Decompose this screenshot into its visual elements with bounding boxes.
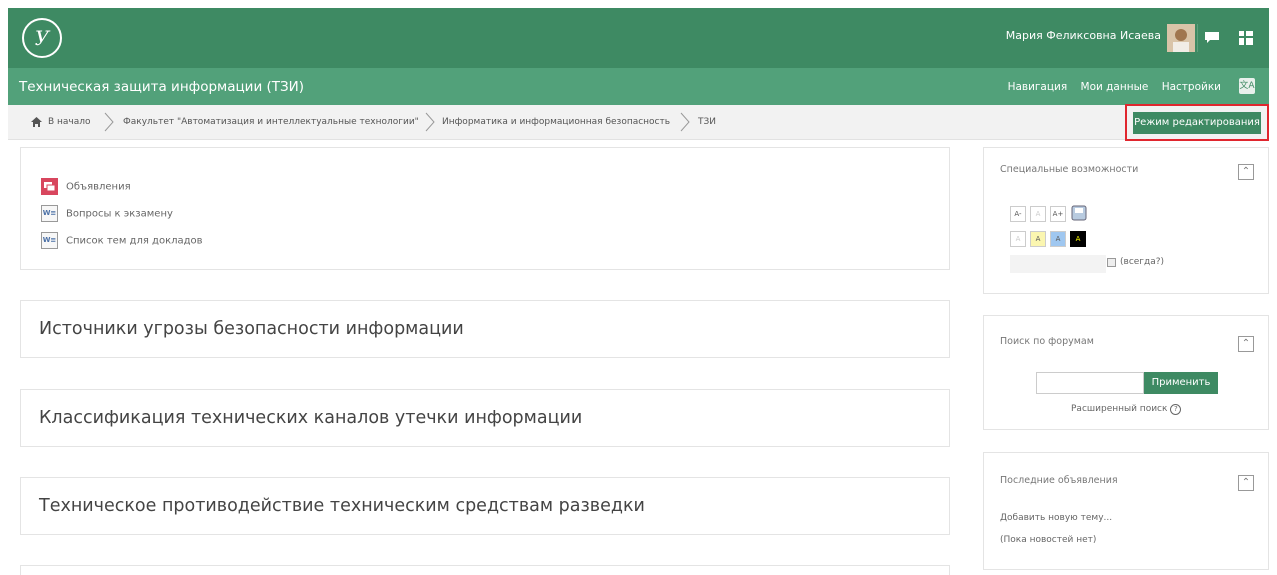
forum-search-input[interactable]: [1036, 372, 1144, 394]
color-scheme-black[interactable]: A: [1070, 231, 1086, 247]
collapse-icon[interactable]: ⌃: [1238, 164, 1254, 180]
block-title: Поиск по форумам: [1000, 336, 1094, 347]
forum-search-button[interactable]: Применить: [1144, 372, 1218, 394]
font-decrease-button[interactable]: A-: [1010, 206, 1026, 222]
course-title[interactable]: Техническая защита информации (ТЗИ): [19, 79, 304, 95]
course-bar: Техническая защита информации (ТЗИ) Нави…: [8, 68, 1269, 105]
language-icon[interactable]: 文A: [1239, 78, 1255, 94]
section-title[interactable]: Источники угрозы безопасности информации: [39, 301, 464, 357]
advanced-search-link[interactable]: Расширенный поиск ?: [1071, 404, 1182, 415]
block-title: Последние объявления: [1000, 475, 1118, 486]
section-title[interactable]: Техническое противодействие техническим …: [39, 478, 645, 534]
section-title[interactable]: Классификация технических каналов утечки…: [39, 390, 582, 446]
course-nav: Навигация Мои данные Настройки: [998, 81, 1221, 93]
grid-icon[interactable]: [1232, 24, 1260, 52]
spacer: [1010, 255, 1106, 273]
no-news-text: (Пока новостей нет): [1000, 535, 1097, 545]
activity-exam-questions[interactable]: W≡ Вопросы к экзамену: [41, 205, 173, 225]
forum-search-block: Поиск по форумам ⌃ Применить Расширенный…: [983, 315, 1269, 430]
save-settings-icon[interactable]: [1070, 204, 1088, 222]
forum-icon: [41, 178, 58, 195]
latest-news-block: Последние объявления ⌃ Добавить новую те…: [983, 452, 1269, 570]
breadcrumb-separator-icon: [680, 112, 690, 132]
home-icon[interactable]: [30, 116, 43, 131]
collapse-icon[interactable]: ⌃: [1238, 336, 1254, 352]
course-section[interactable]: Классификация технических каналов утечки…: [20, 389, 950, 447]
breadcrumb-separator-icon: [425, 112, 435, 132]
highlight-box: [1125, 104, 1269, 141]
activity-announcements[interactable]: Объявления: [41, 178, 131, 198]
word-doc-icon: W≡: [41, 205, 58, 222]
block-title: Специальные возможности: [1000, 164, 1139, 175]
course-section[interactable]: Источники угрозы безопасности информации: [20, 300, 950, 358]
breadcrumb-separator-icon: [104, 112, 114, 132]
color-scheme-yellow[interactable]: A: [1030, 231, 1046, 247]
activity-label[interactable]: Объявления: [66, 182, 131, 193]
nav-my-data[interactable]: Мои данные: [1081, 81, 1149, 93]
avatar[interactable]: [1167, 24, 1195, 52]
user-name[interactable]: Мария Феликсовна Исаева: [1006, 29, 1161, 42]
breadcrumb-home[interactable]: В начало: [48, 105, 91, 140]
activity-label[interactable]: Список тем для докладов: [66, 236, 203, 247]
top-header: У Мария Феликсовна Исаева: [8, 8, 1269, 68]
breadcrumb: В начало Факультет "Автоматизация и инте…: [8, 105, 1269, 140]
always-label: (всегда?): [1120, 257, 1165, 267]
general-section: Объявления W≡ Вопросы к экзамену W≡ Список…: [20, 147, 950, 270]
collapse-icon[interactable]: ⌃: [1238, 475, 1254, 491]
site-logo[interactable]: У: [22, 18, 62, 58]
help-icon[interactable]: ?: [1170, 404, 1182, 415]
color-scheme-default[interactable]: A: [1010, 231, 1026, 247]
nav-navigation[interactable]: Навигация: [1008, 81, 1068, 93]
word-doc-icon: W≡: [41, 232, 58, 249]
activity-label[interactable]: Вопросы к экзамену: [66, 209, 173, 220]
chat-icon[interactable]: [1198, 24, 1226, 52]
always-checkbox[interactable]: [1107, 258, 1116, 267]
course-section[interactable]: Техническое противодействие техническим …: [20, 477, 950, 535]
activity-report-topics[interactable]: W≡ Список тем для докладов: [41, 232, 203, 252]
breadcrumb-course[interactable]: ТЗИ: [698, 105, 716, 140]
advanced-search-label[interactable]: Расширенный поиск: [1071, 404, 1167, 414]
course-section: [20, 565, 950, 575]
nav-settings[interactable]: Настройки: [1162, 81, 1221, 93]
breadcrumb-department[interactable]: Информатика и информационная безопасност…: [442, 105, 670, 140]
accessibility-block: Специальные возможности ⌃ A- A A+ A A A …: [983, 147, 1269, 294]
font-increase-button[interactable]: A+: [1050, 206, 1066, 222]
breadcrumb-faculty[interactable]: Факультет "Автоматизация и интеллектуаль…: [123, 105, 419, 140]
font-reset-button[interactable]: A: [1030, 206, 1046, 222]
color-scheme-blue[interactable]: A: [1050, 231, 1066, 247]
add-new-topic-link[interactable]: Добавить новую тему...: [1000, 513, 1112, 523]
